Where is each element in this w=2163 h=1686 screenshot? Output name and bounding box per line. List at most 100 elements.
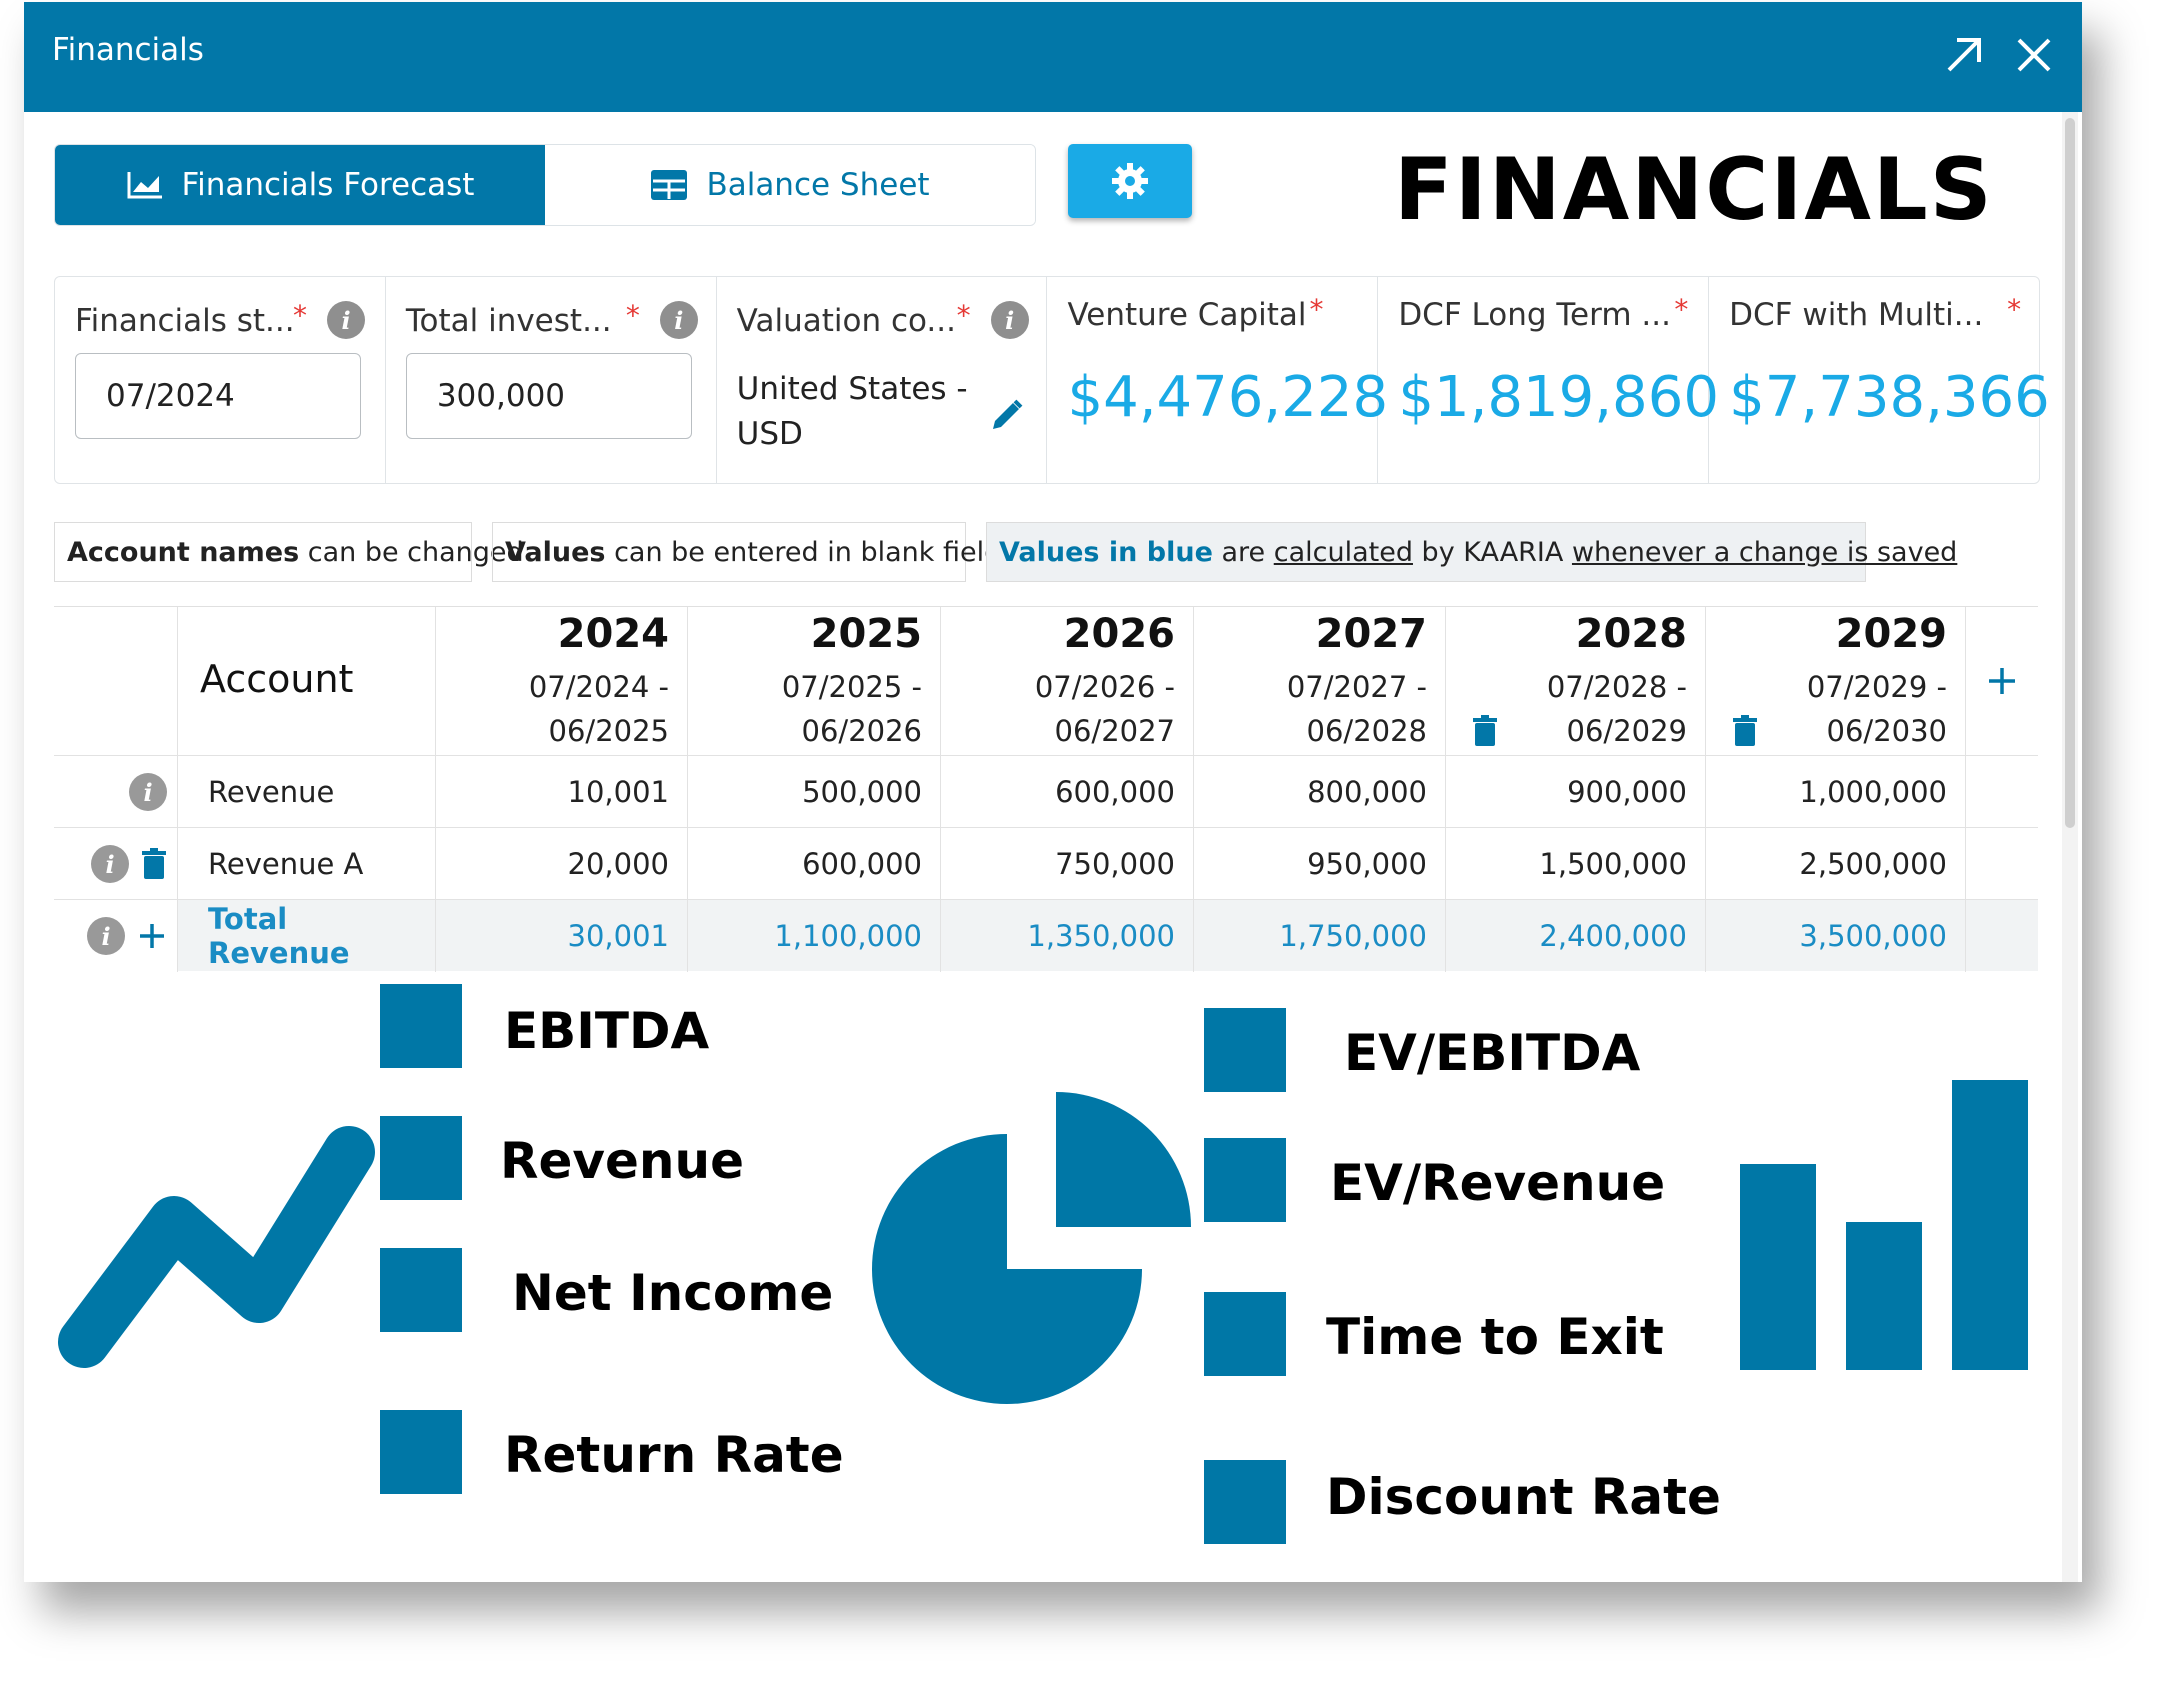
legend-label-time-to-exit: Time to Exit bbox=[1326, 1308, 1664, 1366]
info-icon[interactable]: i bbox=[87, 917, 125, 955]
info-icon[interactable]: i bbox=[129, 773, 167, 811]
account-name: Total Revenue bbox=[178, 900, 436, 972]
field-label: Venture Capital bbox=[1067, 297, 1307, 333]
required-mark: * bbox=[956, 299, 971, 332]
note-bold: Values bbox=[505, 536, 606, 568]
field-dcf-long-term: DCF Long Term ... * $1,819,860 bbox=[1378, 277, 1719, 483]
note-link-calculated[interactable]: calculated bbox=[1274, 537, 1413, 568]
legend-square bbox=[380, 1410, 462, 1494]
header-year: 2028 07/2028 -06/2029 bbox=[1446, 607, 1706, 755]
header-account: Account bbox=[178, 607, 436, 755]
field-valuation-country: Valuation co... * i United States - USD bbox=[717, 277, 1048, 483]
value-cell[interactable]: 1,500,000 bbox=[1446, 828, 1706, 900]
financials-window: Financials Financials Forecast Balance S… bbox=[24, 2, 2082, 1582]
account-name[interactable]: Revenue bbox=[178, 756, 436, 828]
value-cell[interactable]: 600,000 bbox=[941, 756, 1194, 828]
period-label: 07/2025 -06/2026 bbox=[781, 670, 922, 748]
note-account-names: Account names can be changed bbox=[54, 522, 524, 582]
field-venture-capital: Venture Capital * $4,476,228 bbox=[1047, 277, 1388, 483]
period-label: 07/2029 -06/2030 bbox=[1806, 670, 1947, 748]
required-mark: * bbox=[2007, 293, 2022, 326]
calculated-cell: 3,500,000 bbox=[1706, 900, 1966, 972]
row-actions: i bbox=[54, 828, 178, 900]
legend-label-ev-ebitda: EV/EBITDA bbox=[1344, 1024, 1641, 1082]
scrollbar-thumb[interactable] bbox=[2065, 118, 2075, 828]
value-line: United States - bbox=[736, 371, 968, 407]
header-year: 2024 07/2024 -06/2025 bbox=[436, 607, 688, 755]
note-blue: Values in blue bbox=[999, 536, 1213, 568]
year-label: 2026 bbox=[1063, 611, 1175, 657]
settings-button[interactable] bbox=[1068, 144, 1192, 218]
close-icon[interactable] bbox=[2009, 30, 2059, 80]
legend-label-ev-revenue: EV/Revenue bbox=[1330, 1154, 1666, 1212]
financials-start-input[interactable]: 07/2024 bbox=[75, 353, 361, 439]
table-row: i Revenue 10,001 500,000 600,000 800,000… bbox=[54, 755, 2038, 828]
required-mark: * bbox=[625, 299, 640, 332]
calculated-cell: 1,350,000 bbox=[941, 900, 1194, 972]
field-dcf-multiples: DCF with Multi... * $7,738,366 bbox=[1709, 277, 2050, 483]
period-label: 07/2027 -06/2028 bbox=[1286, 670, 1427, 748]
add-row-icon[interactable] bbox=[137, 921, 167, 951]
header-year: 2026 07/2026 -06/2027 bbox=[941, 607, 1194, 755]
field-label: Total invest... bbox=[405, 303, 612, 339]
row-actions: i bbox=[54, 900, 178, 972]
value-cell[interactable]: 500,000 bbox=[688, 756, 941, 828]
value-cell[interactable]: 20,000 bbox=[436, 828, 688, 900]
pencil-icon[interactable] bbox=[989, 397, 1025, 433]
calculated-cell: 2,400,000 bbox=[1446, 900, 1706, 972]
value-cell[interactable]: 950,000 bbox=[1194, 828, 1446, 900]
expand-icon[interactable] bbox=[1939, 30, 1989, 80]
calculated-cell: 1,100,000 bbox=[688, 900, 941, 972]
required-mark: * bbox=[1309, 293, 1324, 326]
value-cell[interactable]: 1,000,000 bbox=[1706, 756, 1966, 828]
required-mark: * bbox=[1674, 293, 1689, 326]
year-label: 2025 bbox=[810, 611, 922, 657]
valuation-country-value: United States - USD bbox=[737, 367, 968, 457]
trash-icon[interactable] bbox=[141, 848, 167, 880]
table-row: i Revenue A 20,000 600,000 750,000 950,0… bbox=[54, 827, 2038, 900]
info-icon[interactable]: i bbox=[659, 301, 698, 339]
legend-label-revenue: Revenue bbox=[500, 1132, 745, 1190]
note-link-whenever-saved[interactable]: whenever a change is saved bbox=[1572, 537, 1957, 568]
field-financials-start: Financials st... * i 07/2024 bbox=[55, 277, 386, 483]
tab-balance-sheet[interactable]: Balance Sheet bbox=[545, 145, 1035, 225]
value-cell[interactable]: 800,000 bbox=[1194, 756, 1446, 828]
tab-label: Balance Sheet bbox=[706, 167, 930, 203]
year-label: 2024 bbox=[557, 611, 669, 657]
info-icon[interactable]: i bbox=[327, 301, 365, 339]
bar-chart-icon bbox=[1740, 1080, 2028, 1370]
required-mark: * bbox=[293, 299, 307, 332]
value-cell[interactable]: 900,000 bbox=[1446, 756, 1706, 828]
row-actions: i bbox=[54, 756, 178, 828]
field-label: DCF Long Term ... bbox=[1398, 297, 1671, 333]
note-calculated-values: Values in blue are calculated by KAARIA … bbox=[986, 522, 1957, 582]
value-cell[interactable]: 10,001 bbox=[436, 756, 688, 828]
add-year-icon[interactable] bbox=[1986, 665, 2018, 697]
header-year: 2025 07/2025 -06/2026 bbox=[688, 607, 941, 755]
trash-icon[interactable] bbox=[1472, 715, 1498, 747]
trash-icon[interactable] bbox=[1732, 715, 1758, 747]
info-icon[interactable]: i bbox=[990, 301, 1029, 339]
account-name[interactable]: Revenue A bbox=[178, 828, 436, 900]
info-icon[interactable]: i bbox=[91, 845, 129, 883]
legend-square bbox=[380, 1248, 462, 1332]
legend-square bbox=[380, 1116, 462, 1200]
financials-table: Account 2024 07/2024 -06/2025 2025 07/20… bbox=[54, 606, 2038, 973]
note-text: by KAARIA bbox=[1412, 536, 1572, 568]
value-cell[interactable]: 2,500,000 bbox=[1706, 828, 1966, 900]
legend-square bbox=[1204, 1460, 1286, 1544]
calculated-cell: 30,001 bbox=[436, 900, 688, 972]
legend-label-net-income: Net Income bbox=[512, 1264, 834, 1322]
note-text: are bbox=[1212, 536, 1274, 568]
value-cell[interactable]: 750,000 bbox=[941, 828, 1194, 900]
vertical-scrollbar[interactable] bbox=[2062, 112, 2078, 1582]
value-cell[interactable]: 600,000 bbox=[688, 828, 941, 900]
field-label: Valuation co... bbox=[736, 303, 956, 339]
year-label: 2029 bbox=[1835, 611, 1947, 657]
year-label: 2027 bbox=[1315, 611, 1427, 657]
header-year: 2027 07/2027 -06/2028 bbox=[1194, 607, 1446, 755]
period-label: 07/2026 -06/2027 bbox=[1034, 670, 1175, 748]
legend-label-ebitda: EBITDA bbox=[504, 1002, 710, 1060]
tab-financials-forecast[interactable]: Financials Forecast bbox=[55, 145, 545, 225]
total-investment-input[interactable]: 300,000 bbox=[405, 353, 692, 439]
